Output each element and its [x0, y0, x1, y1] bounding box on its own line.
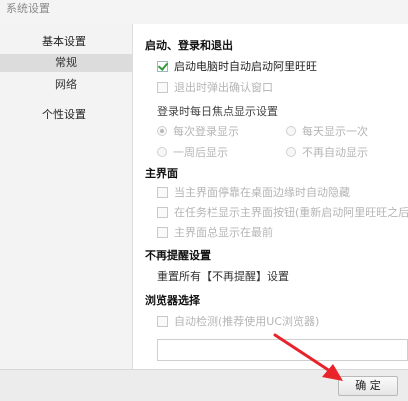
focus-label-once-daily: 每天显示一次 — [302, 125, 368, 138]
settings-sidebar: 基本设置 常规 网络 个性设置 — [0, 24, 132, 369]
auto-start-option[interactable]: 启动电脑时自动启动阿里旺旺 — [157, 58, 317, 74]
always-on-top-checkbox[interactable] — [157, 226, 168, 238]
auto-hide-checkbox[interactable] — [157, 186, 168, 198]
taskbar-button-option[interactable]: 在任务栏显示主界面按钮(重新启动阿里旺旺之后生 — [157, 204, 408, 220]
nav-network[interactable]: 网络 — [0, 76, 132, 94]
browser-auto-detect-checkbox[interactable] — [157, 315, 168, 327]
focus-option-once-daily[interactable]: 每天显示一次 — [286, 123, 368, 139]
focus-label-one-week: 一周后显示 — [173, 146, 228, 159]
focus-radio-once-daily[interactable] — [286, 126, 296, 136]
focus-radio-never[interactable] — [286, 147, 296, 157]
ok-button[interactable]: 确 定 — [338, 376, 398, 396]
auto-hide-option[interactable]: 当主界面停靠在桌面边缘时自动隐藏 — [157, 184, 350, 200]
browser-auto-detect-label: 自动检测(推荐使用UC浏览器) — [174, 315, 320, 328]
always-on-top-option[interactable]: 主界面总显示在最前 — [157, 224, 273, 240]
focus-option-never[interactable]: 不再自动显示 — [286, 144, 368, 160]
auto-start-checkbox[interactable] — [157, 60, 168, 72]
exit-confirm-checkbox[interactable] — [157, 81, 168, 93]
taskbar-button-label: 在任务栏显示主界面按钮(重新启动阿里旺旺之后生 — [174, 206, 408, 219]
window-title: 系统设置 — [0, 0, 408, 24]
startup-heading: 启动、登录和退出 — [145, 39, 233, 52]
main-panel-heading: 主界面 — [145, 167, 178, 180]
focus-radio-every-login[interactable] — [157, 126, 167, 136]
always-on-top-label: 主界面总显示在最前 — [174, 226, 273, 239]
taskbar-button-checkbox[interactable] — [157, 206, 168, 218]
focus-label-never: 不再自动显示 — [302, 146, 368, 159]
browser-heading: 浏览器选择 — [145, 294, 200, 307]
focus-radio-one-week[interactable] — [157, 147, 167, 157]
no-remind-heading: 不再提醒设置 — [145, 249, 211, 262]
browser-path-input[interactable] — [157, 339, 408, 361]
focus-label-every-login: 每次登录显示 — [173, 125, 239, 138]
exit-confirm-label: 退出时弹出确认窗口 — [174, 81, 273, 94]
nav-basic-settings[interactable]: 基本设置 — [42, 33, 86, 49]
exit-confirm-option[interactable]: 退出时弹出确认窗口 — [157, 79, 273, 95]
reset-no-remind-link[interactable]: 重置所有【不再提醒】设置 — [157, 268, 289, 284]
auto-hide-label: 当主界面停靠在桌面边缘时自动隐藏 — [174, 186, 350, 199]
focus-heading: 登录时每日焦点显示设置 — [157, 105, 278, 118]
browser-auto-detect-option[interactable]: 自动检测(推荐使用UC浏览器) — [157, 313, 319, 329]
nav-general[interactable]: 常规 — [0, 54, 132, 72]
auto-start-label: 启动电脑时自动启动阿里旺旺 — [174, 60, 317, 73]
focus-option-every-login[interactable]: 每次登录显示 — [157, 123, 239, 139]
nav-personal-settings[interactable]: 个性设置 — [42, 106, 86, 122]
focus-option-one-week[interactable]: 一周后显示 — [157, 144, 228, 160]
